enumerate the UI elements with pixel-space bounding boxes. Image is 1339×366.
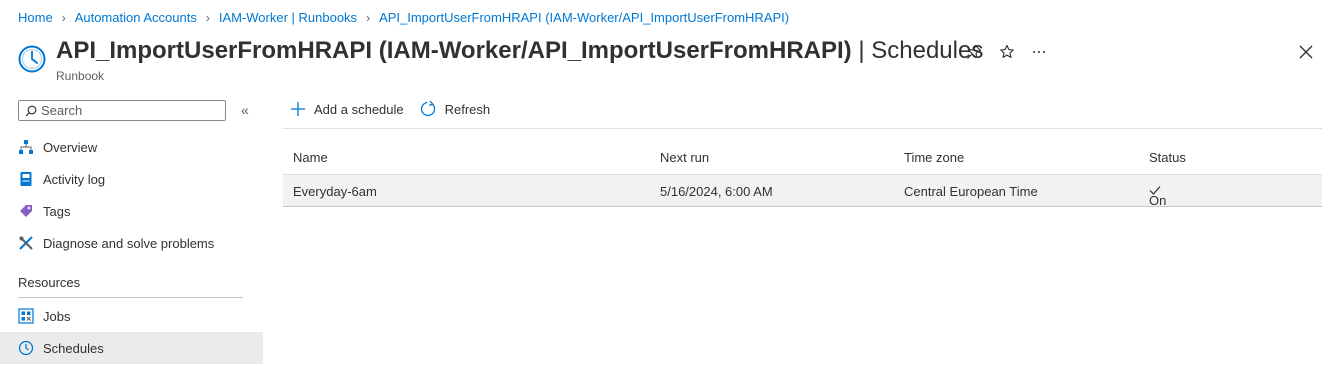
jobs-icon <box>18 308 34 324</box>
breadcrumb-runbook[interactable]: API_ImportUserFromHRAPI (IAM-Worker/API_… <box>379 10 789 25</box>
sidebar-item-label: Diagnose and solve problems <box>43 235 215 251</box>
search-icon <box>25 105 37 116</box>
breadcrumb-automation-accounts[interactable]: Automation Accounts <box>75 10 197 25</box>
cell-next-run: 5/16/2024, 6:00 AM <box>660 184 773 199</box>
toolbar-divider <box>283 128 1322 129</box>
page-title-main: API_ImportUserFromHRAPI (IAM-Worker/API_… <box>56 37 852 64</box>
cell-status: On <box>1149 184 1167 208</box>
refresh-label: Refresh <box>444 101 491 117</box>
sidebar-search[interactable] <box>18 100 226 121</box>
clock-icon <box>18 45 46 73</box>
sidebar-item-label: Tags <box>43 203 71 219</box>
plus-icon <box>291 102 305 116</box>
command-bar: Add a schedule Refresh <box>290 100 490 118</box>
column-header-time-zone[interactable]: Time zone <box>904 150 964 165</box>
sidebar-item-label: Schedules <box>43 340 104 356</box>
search-input[interactable] <box>41 103 211 118</box>
cell-name[interactable]: Everyday-6am <box>293 184 377 199</box>
page-subtitle: Runbook <box>56 69 105 83</box>
add-schedule-button[interactable]: Add a schedule <box>290 101 404 117</box>
status-text: On <box>1149 193 1167 208</box>
refresh-button[interactable]: Refresh <box>419 100 491 118</box>
sidebar-item-label: Activity log <box>43 171 106 187</box>
chevron-right-icon: › <box>366 10 371 25</box>
close-icon[interactable] <box>1297 43 1315 61</box>
star-icon[interactable] <box>998 43 1016 61</box>
column-header-status[interactable]: Status <box>1149 150 1186 165</box>
sidebar-item-overview[interactable]: Overview <box>0 131 263 163</box>
title-divider: | <box>851 37 872 64</box>
sidebar-item-label: Overview <box>43 139 98 155</box>
activity-log-icon <box>18 171 34 187</box>
chevron-right-icon: › <box>61 10 66 25</box>
breadcrumb: Home › Automation Accounts › IAM-Worker … <box>18 10 789 25</box>
column-header-name[interactable]: Name <box>293 150 328 165</box>
clock-icon <box>18 340 34 356</box>
schedules-table: Name Next run Time zone Status Everyday-… <box>283 142 1322 208</box>
sidebar-item-schedules[interactable]: Schedules <box>0 332 263 364</box>
sidebar-section-resources: Resources <box>18 275 81 290</box>
sidebar-item-jobs[interactable]: Jobs <box>0 300 263 332</box>
refresh-icon <box>420 100 435 117</box>
sidebar-item-tags[interactable]: Tags <box>0 195 263 227</box>
tag-icon <box>18 203 34 219</box>
cell-time-zone: Central European Time <box>904 184 1038 199</box>
breadcrumb-runbooks[interactable]: IAM-Worker | Runbooks <box>219 10 357 25</box>
sidebar-item-label: Jobs <box>43 308 71 324</box>
page-title: API_ImportUserFromHRAPI (IAM-Worker/API_… <box>56 37 983 65</box>
pin-icon[interactable] <box>965 43 983 61</box>
wrench-icon <box>18 235 34 251</box>
sidebar-item-diagnose[interactable]: Diagnose and solve problems <box>0 227 263 259</box>
column-header-next-run[interactable]: Next run <box>660 150 709 165</box>
overview-icon <box>18 139 34 155</box>
collapse-sidebar-icon[interactable]: « <box>241 102 249 118</box>
table-row[interactable]: Everyday-6am 5/16/2024, 6:00 AM Central … <box>283 175 1322 208</box>
sidebar-divider <box>18 297 243 298</box>
more-icon[interactable] <box>1030 43 1048 61</box>
chevron-right-icon: › <box>205 10 210 25</box>
add-schedule-label: Add a schedule <box>314 101 404 117</box>
sidebar-item-activity-log[interactable]: Activity log <box>0 163 263 195</box>
table-header: Name Next run Time zone Status <box>283 142 1322 175</box>
breadcrumb-home[interactable]: Home <box>18 10 53 25</box>
